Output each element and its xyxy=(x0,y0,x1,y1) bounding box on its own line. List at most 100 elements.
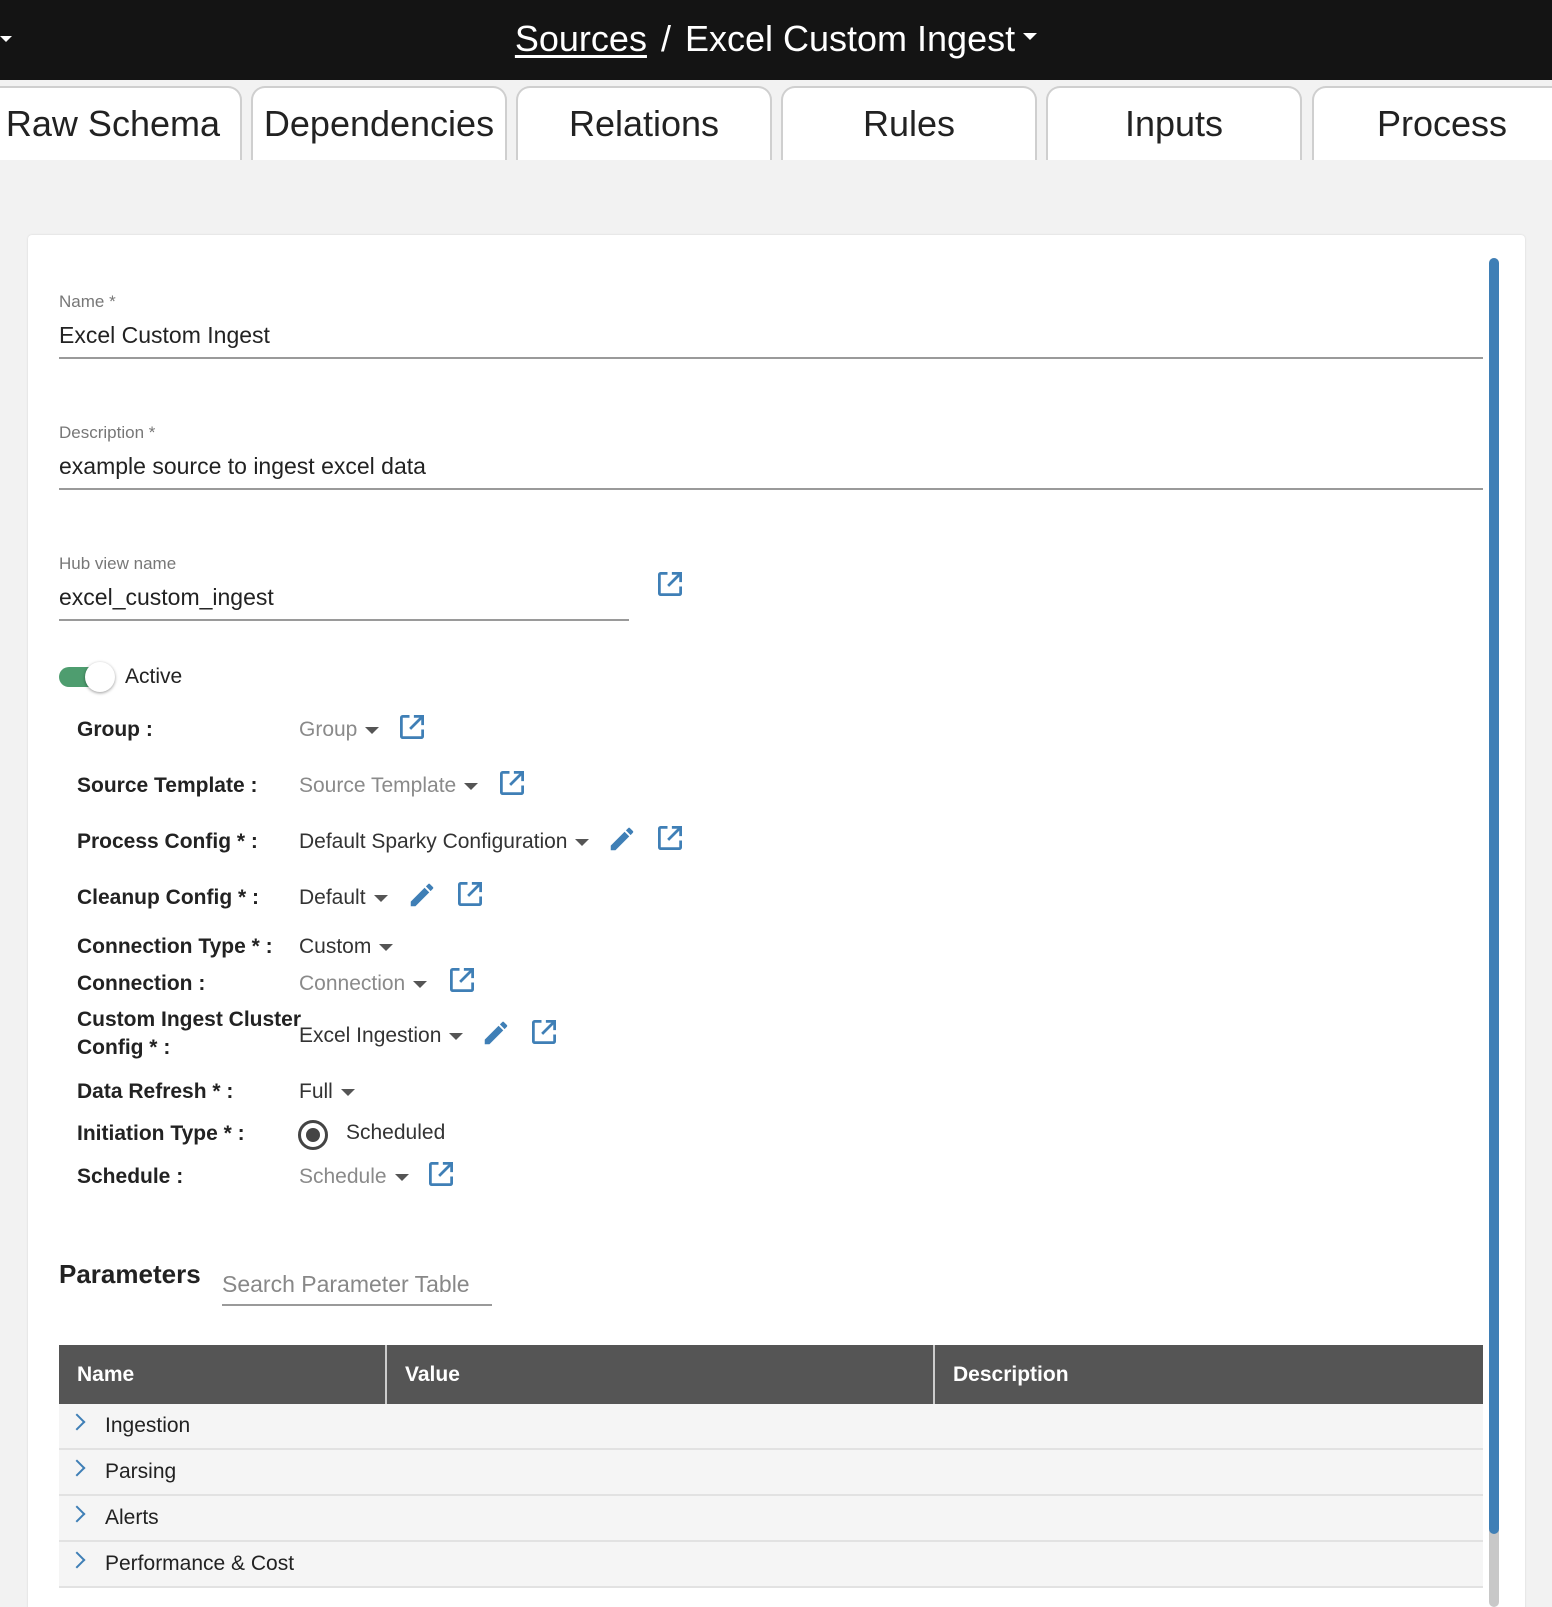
caret-down-icon xyxy=(379,943,394,951)
row-label: Performance & Cost xyxy=(105,1552,295,1575)
cleanup-config-external-link-icon[interactable] xyxy=(455,879,485,909)
group-value: Group xyxy=(299,718,358,741)
title-caret-down-icon[interactable] xyxy=(1023,32,1038,40)
group-external-link-icon[interactable] xyxy=(397,712,427,742)
hub-view-name-field[interactable]: Hub view name excel_custom_ingest xyxy=(59,554,629,624)
table-row-performance-cost[interactable]: Performance & Cost xyxy=(59,1542,1483,1588)
cleanup-config-value: Default xyxy=(299,886,366,909)
initiation-type-label: Initiation Type * : xyxy=(77,1122,245,1145)
process-config-label: Process Config * : xyxy=(77,830,258,853)
schedule-select[interactable]: Schedule xyxy=(299,1163,409,1191)
row-label: Ingestion xyxy=(105,1414,191,1437)
custom-ingest-label-line-2: Config * : xyxy=(77,1036,171,1059)
radio-dot xyxy=(306,1128,320,1142)
name-underline xyxy=(59,357,1483,359)
source-template-external-link-icon[interactable] xyxy=(497,768,527,798)
connection-external-link-icon[interactable] xyxy=(447,965,477,995)
parameters-table: Name Value Description Ingestion Parsing… xyxy=(59,1345,1483,1588)
scrollbar-thumb[interactable] xyxy=(1489,258,1499,1534)
custom-ingest-external-link-icon[interactable] xyxy=(529,1017,559,1047)
schedule-value: Schedule xyxy=(299,1165,387,1188)
row-label: Parsing xyxy=(105,1460,177,1483)
hub-view-external-link-icon[interactable] xyxy=(655,569,685,599)
caret-down-icon xyxy=(373,894,388,902)
cleanup-config-select[interactable]: Default xyxy=(299,884,388,912)
table-row-ingestion[interactable]: Ingestion xyxy=(59,1404,1483,1450)
breadcrumb-separator: / xyxy=(660,18,671,59)
toggle-knob xyxy=(85,662,115,692)
active-toggle[interactable] xyxy=(59,662,115,692)
breadcrumb-sources-link[interactable]: Sources xyxy=(515,18,647,60)
initiation-scheduled-radio[interactable] xyxy=(298,1120,328,1150)
description-value[interactable]: example source to ingest excel data xyxy=(59,453,1483,480)
active-label: Active xyxy=(125,665,183,688)
cleanup-config-label: Cleanup Config * : xyxy=(77,886,259,909)
table-header: Name Value Description xyxy=(59,1345,1483,1404)
source-template-value: Source Template xyxy=(299,774,457,797)
connection-type-select[interactable]: Custom xyxy=(299,933,394,961)
caret-down-icon xyxy=(340,1088,355,1096)
caret-down-icon xyxy=(394,1173,409,1181)
custom-ingest-cluster-config-select[interactable]: Excel Ingestion xyxy=(299,1022,464,1050)
description-underline xyxy=(59,488,1483,490)
custom-ingest-cluster-config-value: Excel Ingestion xyxy=(299,1024,442,1047)
data-refresh-select[interactable]: Full xyxy=(299,1078,355,1106)
process-config-select[interactable]: Default Sparky Configuration xyxy=(299,828,590,856)
description-field[interactable]: Description * example source to ingest e… xyxy=(59,423,1483,493)
name-field[interactable]: Name * Excel Custom Ingest xyxy=(59,292,1483,362)
name-label: Name * xyxy=(59,292,116,311)
custom-ingest-cluster-config-label: Custom Ingest Cluster Config * : xyxy=(77,1006,301,1062)
custom-ingest-label-line-1: Custom Ingest Cluster xyxy=(77,1008,302,1031)
initiation-scheduled-label[interactable]: Scheduled xyxy=(346,1121,445,1145)
group-select[interactable]: Group xyxy=(299,716,380,744)
caret-down-icon xyxy=(464,782,479,790)
name-value[interactable]: Excel Custom Ingest xyxy=(59,322,1483,349)
search-underline xyxy=(222,1304,492,1306)
tab-rules[interactable]: Rules xyxy=(781,86,1037,160)
process-config-external-link-icon[interactable] xyxy=(655,823,685,853)
caret-down-icon xyxy=(413,980,428,988)
tab-relations[interactable]: Relations xyxy=(516,86,772,160)
group-label: Group : xyxy=(77,718,153,741)
caret-down-icon xyxy=(449,1032,464,1040)
hub-view-name-label: Hub view name xyxy=(59,554,177,573)
caret-down-icon xyxy=(575,838,590,846)
parameter-search[interactable] xyxy=(222,1264,492,1306)
tab-dependencies[interactable]: Dependencies xyxy=(251,86,507,160)
breadcrumb: Sources / Excel Custom Ingest xyxy=(0,0,1552,78)
hub-view-name-underline xyxy=(59,619,629,621)
table-row-alerts[interactable]: Alerts xyxy=(59,1496,1483,1542)
tab-inputs[interactable]: Inputs xyxy=(1046,86,1302,160)
chevron-right-icon[interactable] xyxy=(68,1505,86,1523)
column-header-value[interactable]: Value xyxy=(387,1345,935,1404)
top-bar: Sources / Excel Custom Ingest xyxy=(0,0,1552,80)
column-header-description[interactable]: Description xyxy=(935,1345,1483,1404)
chevron-right-icon[interactable] xyxy=(68,1459,86,1477)
process-config-value: Default Sparky Configuration xyxy=(299,830,568,853)
schedule-label: Schedule : xyxy=(77,1165,184,1188)
hub-view-name-value[interactable]: excel_custom_ingest xyxy=(59,584,629,611)
column-header-name[interactable]: Name xyxy=(59,1345,387,1404)
source-template-select[interactable]: Source Template xyxy=(299,772,479,800)
row-label: Alerts xyxy=(105,1506,159,1529)
table-row-parsing[interactable]: Parsing xyxy=(59,1450,1483,1496)
connection-value: Connection xyxy=(299,972,406,995)
description-label: Description * xyxy=(59,423,156,442)
connection-select[interactable]: Connection xyxy=(299,970,428,998)
chevron-right-icon[interactable] xyxy=(68,1551,86,1569)
tab-process[interactable]: Process xyxy=(1312,86,1552,160)
data-refresh-value: Full xyxy=(299,1080,333,1103)
page-title[interactable]: Excel Custom Ingest xyxy=(685,18,1015,60)
cleanup-config-pencil-icon[interactable] xyxy=(407,880,437,910)
caret-down-icon xyxy=(365,726,380,734)
schedule-external-link-icon[interactable] xyxy=(426,1159,456,1189)
custom-ingest-pencil-icon[interactable] xyxy=(481,1018,511,1048)
process-config-pencil-icon[interactable] xyxy=(607,824,637,854)
connection-type-value: Custom xyxy=(299,935,372,958)
source-template-label: Source Template : xyxy=(77,774,258,797)
chevron-right-icon[interactable] xyxy=(68,1413,86,1431)
parameter-search-input[interactable] xyxy=(222,1264,492,1304)
tab-bar: Raw Schema Dependencies Relations Rules … xyxy=(0,86,1552,160)
tab-raw-schema[interactable]: Raw Schema xyxy=(0,86,242,160)
connection-label: Connection : xyxy=(77,972,206,995)
